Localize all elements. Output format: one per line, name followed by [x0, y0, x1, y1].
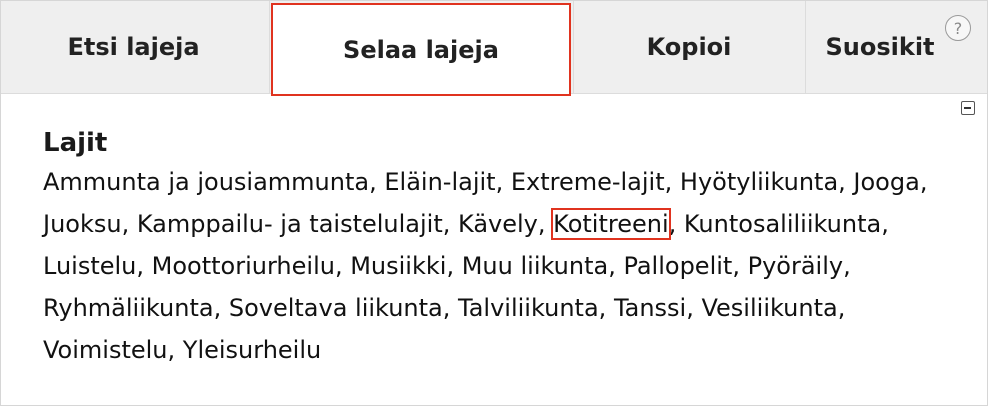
list-separator: ,	[919, 168, 928, 196]
category-section: Lajit Ammunta ja jousiammunta, Eläin-laj…	[43, 125, 943, 371]
list-separator: ,	[668, 210, 684, 238]
list-separator: ,	[732, 252, 748, 280]
category-heading: Lajit	[43, 128, 108, 158]
list-separator: ,	[664, 168, 680, 196]
list-separator: ,	[843, 252, 851, 280]
list-separator: ,	[442, 210, 459, 238]
list-separator: ,	[598, 294, 614, 322]
list-separator: ,	[495, 168, 511, 196]
list-separator: ,	[334, 252, 351, 280]
sport-link[interactable]: Vesiliikunta	[701, 294, 837, 322]
list-separator: ,	[369, 168, 385, 196]
sport-link[interactable]: Muu liikunta	[462, 252, 608, 280]
list-separator: ,	[213, 294, 229, 322]
list-separator: ,	[837, 294, 846, 322]
sport-link[interactable]: Extreme-lajit	[511, 168, 665, 196]
sports-list: Ammunta ja jousiammunta, Eläin-lajit, Ex…	[43, 161, 943, 371]
list-separator: ,	[838, 168, 854, 196]
sport-link[interactable]: Talviliikunta	[458, 294, 599, 322]
sport-link[interactable]: Kävely	[458, 210, 538, 238]
list-separator: ,	[686, 294, 702, 322]
sport-link[interactable]: Musiikki	[350, 252, 446, 280]
sport-link[interactable]: Kamppailu- ja taistelulajit	[137, 210, 443, 238]
sport-link[interactable]: Eläin-lajit	[384, 168, 495, 196]
sport-link[interactable]: Hyötyliikunta	[680, 168, 838, 196]
list-separator: ,	[446, 252, 462, 280]
sport-link[interactable]: Kotitreeni	[551, 208, 671, 240]
sports-browser-panel: Etsi lajeja Selaa lajeja Kopioi Suosikit…	[0, 0, 988, 406]
list-separator: ,	[136, 252, 152, 280]
sport-link[interactable]: Ammunta ja jousiammunta	[43, 168, 369, 196]
sport-link[interactable]: Pyöräily	[748, 252, 843, 280]
sport-link[interactable]: Kuntosaliliikunta	[684, 210, 881, 238]
sport-link[interactable]: Soveltava liikunta	[229, 294, 443, 322]
tab-bar: Etsi lajeja Selaa lajeja Kopioi Suosikit…	[1, 1, 987, 96]
list-separator: ,	[167, 336, 183, 364]
sport-link[interactable]: Jooga	[853, 168, 919, 196]
list-separator: ,	[608, 252, 624, 280]
help-icon[interactable]: ?	[945, 15, 971, 41]
tab-kopioi[interactable]: Kopioi	[573, 1, 805, 93]
list-separator: ,	[537, 210, 554, 238]
tab-etsi-lajeja[interactable]: Etsi lajeja	[1, 1, 266, 93]
sport-link[interactable]: Ryhmäliikunta	[43, 294, 214, 322]
sport-link[interactable]: Pallopelit	[623, 252, 732, 280]
sport-link[interactable]: Voimistelu	[43, 336, 168, 364]
collapse-icon[interactable]	[961, 101, 975, 115]
sport-link[interactable]: Luistelu	[43, 252, 136, 280]
sport-link[interactable]: Juoksu	[43, 210, 122, 238]
sport-link[interactable]: Moottoriurheilu	[152, 252, 335, 280]
sport-link[interactable]: Yleisurheilu	[183, 336, 321, 364]
list-separator: ,	[121, 210, 137, 238]
tab-divider	[269, 1, 270, 93]
list-separator: ,	[442, 294, 459, 322]
tab-selaa-lajeja[interactable]: Selaa lajeja	[271, 3, 571, 96]
sport-link[interactable]: Tanssi	[614, 294, 686, 322]
list-separator: ,	[881, 210, 889, 238]
tab-suosikit[interactable]: Suosikit	[805, 1, 955, 93]
